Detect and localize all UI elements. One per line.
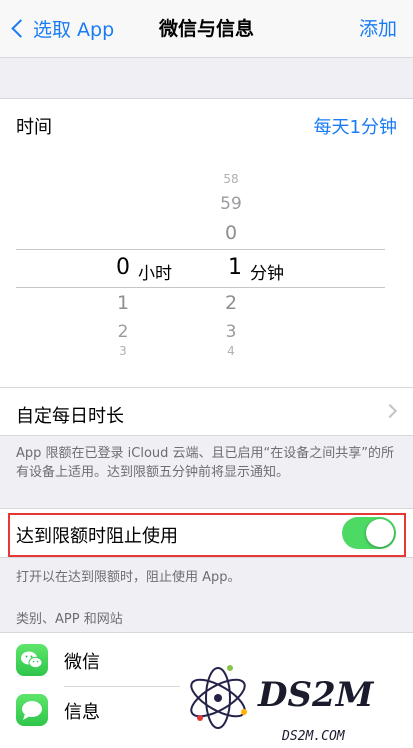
minutes-unit-label: 分钟 (250, 264, 284, 284)
picker-selection-band (16, 249, 385, 288)
minutes-above-3[interactable]: 58 (211, 172, 251, 186)
annotation-highlight-box (8, 513, 406, 557)
minutes-below-1[interactable]: 2 (211, 292, 251, 314)
block-footnote: 打开以在达到限额时，阻止使用 App。 (16, 570, 241, 585)
page-title: 微信与信息 (158, 18, 254, 40)
chevron-right-icon (382, 403, 398, 419)
time-row[interactable]: 时间 每天1分钟 (0, 99, 413, 149)
minutes-above-2[interactable]: 59 (211, 194, 251, 214)
watermark-logo: DS2M DS2M.COM (180, 648, 413, 748)
category-section-header: 类别、APP 和网站 (16, 612, 123, 627)
minutes-above-1[interactable]: 0 (211, 222, 251, 244)
minutes-selected-value[interactable]: 1 (215, 255, 255, 280)
time-picker[interactable]: 0 小时 1 2 3 58 59 0 1 分钟 2 3 4 (0, 169, 413, 365)
hours-unit-label: 小时 (138, 264, 172, 284)
minutes-below-2[interactable]: 3 (211, 322, 251, 342)
hours-below-1[interactable]: 1 (103, 292, 143, 314)
minutes-below-3[interactable]: 4 (211, 344, 251, 358)
messages-icon (16, 694, 48, 726)
add-button[interactable]: 添加 (359, 14, 397, 41)
navigation-bar: 选取 App 微信与信息 添加 (0, 0, 413, 58)
hours-selected-value[interactable]: 0 (103, 255, 143, 280)
limit-footnote: App 限额在已登录 iCloud 云端、且已启用“在设备之间共享”的所有设备上… (16, 446, 395, 480)
custom-daily-duration-row[interactable]: 自定每日时长 (0, 387, 413, 437)
app-name: 信息 (64, 702, 100, 723)
time-value: 每天1分钟 (313, 117, 397, 138)
watermark-logo-text: DS2M (257, 675, 375, 715)
watermark-domain-text: DS2M.COM (281, 729, 346, 744)
time-label: 时间 (16, 117, 52, 138)
wechat-icon (16, 644, 48, 676)
time-settings-group: 时间 每天1分钟 0 小时 1 2 3 58 59 0 1 分钟 2 3 4 自… (0, 98, 413, 436)
custom-daily-duration-label: 自定每日时长 (16, 406, 124, 427)
hours-below-2[interactable]: 2 (103, 322, 143, 342)
hours-below-3[interactable]: 3 (103, 344, 143, 358)
app-name: 微信 (64, 652, 100, 673)
